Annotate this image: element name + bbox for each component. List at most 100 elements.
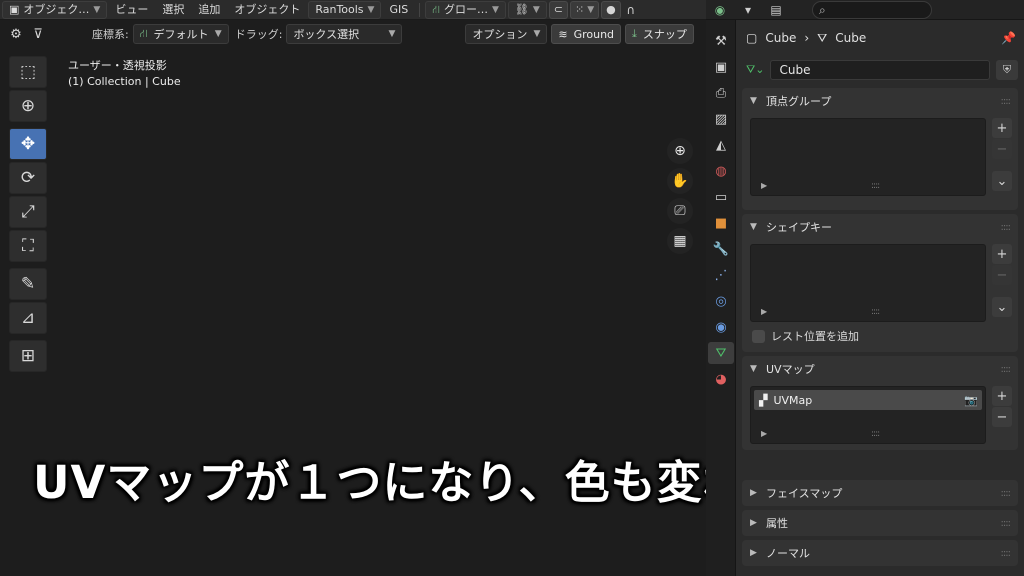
tool-tab-icon[interactable]: ⚒ — [708, 30, 734, 52]
remove-uv-map-button[interactable]: − — [992, 407, 1012, 427]
measure-tool[interactable]: ⊿ — [9, 302, 47, 334]
chevron-right-icon: ▶ — [750, 488, 757, 498]
menu-add[interactable]: 追加 — [192, 1, 226, 19]
rotate-tool[interactable]: ⟳ — [9, 162, 47, 194]
list-resize-grip[interactable]: :::: — [871, 429, 880, 439]
scale-tool[interactable]: ⤢ — [9, 196, 47, 228]
vertex-groups-list[interactable]: ▶ :::: — [750, 118, 986, 196]
collection-tab-icon[interactable]: ▭ — [708, 186, 734, 208]
viewport-header: ⚙ ⊽ 座標系: ⛙ デフォルト ▼ ドラッグ: ボックス選択 ▼ オプション … — [0, 20, 706, 48]
add-rest-position-row[interactable]: レスト位置を追加 — [750, 322, 1010, 346]
view-layer-tab-icon[interactable]: ▨ — [708, 108, 734, 130]
cursor-tool[interactable]: ⊕ — [9, 90, 47, 122]
coordinate-system-label: 座標系: — [92, 28, 129, 41]
output-tab-icon[interactable]: ⎙ — [708, 82, 734, 104]
drag-grip-icon[interactable]: :::: — [1001, 488, 1012, 499]
transform-tool[interactable]: ⛶ — [9, 230, 47, 262]
mode-selector[interactable]: ▣ オブジェク… ▼ — [2, 0, 108, 19]
uv-maps-panel: ▼ UVマップ :::: ▞ UVMap 📷 ▶ :::: + − — [742, 356, 1018, 450]
drag-grip-icon[interactable]: :::: — [1001, 518, 1012, 529]
particles-tab-icon[interactable]: ⋰ — [708, 264, 734, 286]
falloff-curve-icon[interactable]: ∩ — [623, 2, 639, 18]
pin-icon[interactable]: 📌 — [1001, 31, 1016, 45]
shape-keys-list[interactable]: ▶ :::: — [750, 244, 986, 322]
face-maps-header[interactable]: ▶ フェイスマップ :::: — [742, 480, 1018, 506]
vertex-groups-header[interactable]: ▼ 頂点グループ :::: — [742, 88, 1018, 114]
add-uv-map-button[interactable]: + — [992, 386, 1012, 406]
drag-grip-icon[interactable]: :::: — [1001, 222, 1012, 233]
editor-type-icon[interactable]: ▤ — [762, 1, 790, 19]
render-camera-icon[interactable]: 📷 — [964, 394, 978, 407]
snap-toggle[interactable]: ⊂ — [548, 0, 568, 19]
breadcrumb: ▢ Cube › ⛛ Cube 📌 — [736, 20, 1024, 56]
move-tool[interactable]: ✥ — [9, 128, 47, 160]
chevron-down-icon: ▼ — [491, 4, 499, 15]
list-item[interactable]: ▞ UVMap 📷 — [754, 390, 982, 410]
gear-icon[interactable]: ⚙ — [6, 24, 26, 44]
list-resize-grip[interactable]: :::: — [871, 307, 880, 317]
drag-grip-icon[interactable]: :::: — [1001, 548, 1012, 559]
options-dropdown[interactable]: オプション ▼ — [465, 24, 548, 44]
menu-gis[interactable]: GIS — [383, 1, 414, 19]
add-vertex-group-button[interactable]: + — [992, 118, 1012, 138]
list-expand-icon[interactable]: ▶ — [761, 429, 767, 438]
modifier-tab-icon[interactable]: 🔧 — [708, 238, 734, 260]
constraints-tab-icon[interactable]: ◉ — [708, 316, 734, 338]
properties-editor: ▢ Cube › ⛛ Cube 📌 ⛛⌄ Cube ⛨ ▼ 頂点グループ :::… — [736, 20, 1024, 576]
shape-keys-panel: ▼ シェイプキー :::: ▶ :::: + − ⌄ レスト位置を追加 — [742, 214, 1018, 352]
search-input[interactable]: ⌕ — [812, 1, 932, 19]
annotate-tool[interactable]: ✎ — [9, 268, 47, 300]
add-shape-key-button[interactable]: + — [992, 244, 1012, 264]
material-tab-icon[interactable]: ◕ — [708, 368, 734, 390]
visibility-eye-icon[interactable]: ◉ — [706, 1, 734, 19]
list-resize-grip[interactable]: :::: — [871, 181, 880, 191]
remove-vertex-group-button[interactable]: − — [992, 139, 1012, 159]
drag-action-dropdown[interactable]: ボックス選択 ▼ — [286, 24, 403, 44]
fake-user-shield-icon[interactable]: ⛨ — [996, 60, 1018, 80]
shape-key-menu-button[interactable]: ⌄ — [992, 297, 1012, 317]
shape-keys-header[interactable]: ▼ シェイプキー :::: — [742, 214, 1018, 240]
proportional-edit-toggle[interactable]: ● — [601, 0, 621, 19]
addon-rantools-menu[interactable]: RanTools ▼ — [308, 0, 382, 19]
add-rest-position-checkbox[interactable] — [752, 329, 765, 343]
overlay-toggle-icon[interactable]: ▾ — [734, 1, 762, 19]
filter-icon[interactable]: ⊽ — [28, 24, 48, 44]
remove-shape-key-button[interactable]: − — [992, 265, 1012, 285]
snap-target-selector[interactable]: ⁙ ▼ — [570, 0, 600, 19]
menu-select[interactable]: 選択 — [156, 1, 190, 19]
select-box-tool[interactable]: ⬚ — [9, 56, 47, 88]
list-expand-icon[interactable]: ▶ — [761, 307, 767, 316]
uv-maps-list[interactable]: ▞ UVMap 📷 ▶ :::: — [750, 386, 986, 444]
pan-hand-icon[interactable]: ✋ — [667, 168, 693, 194]
coordinate-system-dropdown[interactable]: ⛙ デフォルト ▼ — [132, 24, 229, 44]
snap-button[interactable]: ⤓ スナップ — [625, 24, 694, 44]
menu-view[interactable]: ビュー — [109, 1, 154, 19]
vertex-group-menu-button[interactable]: ⌄ — [992, 171, 1012, 191]
snap-down-icon: ⤓ — [632, 27, 637, 40]
gizmo-z-label: Z — [651, 82, 658, 93]
list-expand-icon[interactable]: ▶ — [761, 181, 767, 190]
drag-grip-icon[interactable]: :::: — [1001, 96, 1012, 107]
world-tab-icon[interactable]: ◍ — [708, 160, 734, 182]
normals-panel: ▶ ノーマル :::: — [742, 540, 1018, 566]
proportional-edit-icon: ● — [606, 3, 616, 16]
mesh-data-tab-icon[interactable]: ⛛ — [708, 342, 734, 364]
camera-view-icon[interactable]: ⎚ — [667, 198, 693, 224]
transform-orientation-selector[interactable]: ⛙ グロー… ▼ — [425, 0, 506, 19]
zoom-icon[interactable]: ⊕ — [667, 138, 693, 164]
mesh-data-icon[interactable]: ⛛⌄ — [746, 63, 764, 77]
ground-button[interactable]: ≋ Ground — [551, 24, 622, 44]
uv-maps-header[interactable]: ▼ UVマップ :::: — [742, 356, 1018, 382]
physics-tab-icon[interactable]: ◎ — [708, 290, 734, 312]
render-tab-icon[interactable]: ▣ — [708, 56, 734, 78]
object-tab-icon[interactable]: ■ — [708, 212, 734, 234]
mesh-name-field[interactable]: Cube — [770, 60, 990, 80]
attributes-header[interactable]: ▶ 属性 :::: — [742, 510, 1018, 536]
scene-tab-icon[interactable]: ◭ — [708, 134, 734, 156]
pivot-point-selector[interactable]: ⛓ ▼ — [507, 0, 547, 19]
menu-object[interactable]: オブジェクト — [228, 1, 306, 19]
drag-grip-icon[interactable]: :::: — [1001, 364, 1012, 375]
ortho-grid-icon[interactable]: ▦ — [667, 228, 693, 254]
add-cube-tool[interactable]: ⊞ — [9, 340, 47, 372]
normals-header[interactable]: ▶ ノーマル :::: — [742, 540, 1018, 566]
